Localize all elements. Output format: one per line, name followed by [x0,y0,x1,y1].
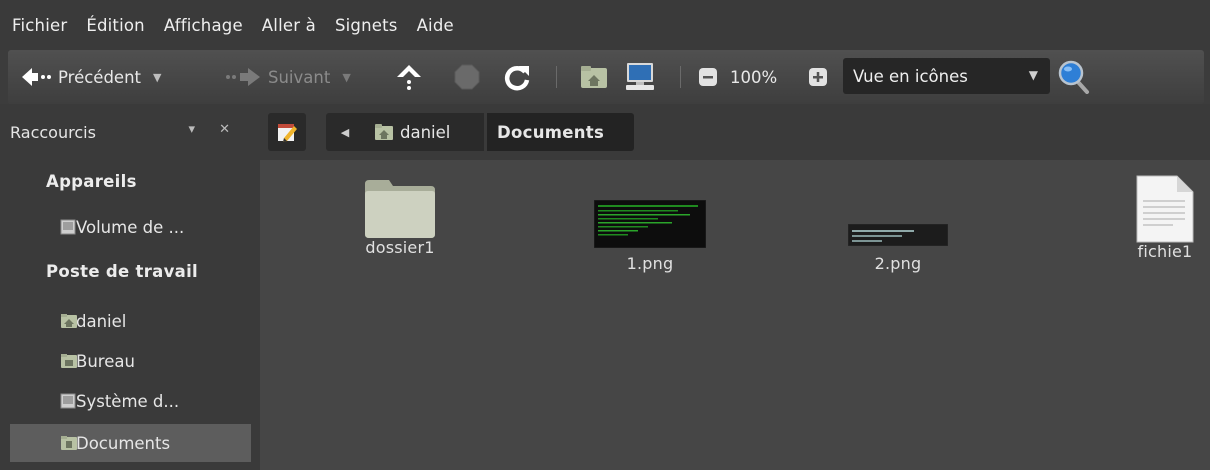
sidebar-section-devices: Appareils [46,172,137,191]
sidebar-item-label: daniel [76,311,127,331]
view-mode-select[interactable]: Vue en icônes ▼ [843,58,1050,94]
zoom-level-text: 100% [730,67,778,87]
forward-button[interactable]: Suivant ▼ [224,50,351,104]
chevron-down-icon: ▼ [1028,68,1038,82]
zoom-level: 100% [730,50,777,104]
stop-icon [454,64,480,90]
sidebar-item-volume[interactable]: Volume de ... [10,208,251,246]
back-arrow-icon [22,68,51,86]
menu-fichier[interactable]: Fichier [12,16,67,35]
menubar: Fichier Édition Affichage Aller à Signet… [0,0,1210,50]
computer-button[interactable] [624,50,656,104]
view-mode-label: Vue en icônes [853,66,968,86]
sidebar-section-workstation: Poste de travail [46,262,198,281]
zoom-out-button[interactable] [698,50,718,104]
menu-signets[interactable]: Signets [335,16,398,35]
menu-aller-a[interactable]: Aller à [262,16,316,35]
text-file-icon [1136,175,1194,243]
sidebar-item-filesystem[interactable]: Système d... [10,382,251,420]
forward-arrow-icon [226,68,260,86]
drive-icon [60,393,76,409]
image-thumbnail-icon [594,200,706,248]
desktop-folder-icon [61,354,77,368]
forward-dropdown-icon[interactable]: ▼ [342,71,350,84]
file-item-image[interactable]: 2.png [848,224,948,273]
sidebar-item-daniel[interactable]: daniel [10,302,251,340]
search-icon [1058,60,1089,94]
file-item-image[interactable]: 1.png [590,200,710,273]
file-name: 2.png [874,254,922,273]
pathbar-scroll-left[interactable]: ◀ [326,113,364,151]
zoom-out-icon [699,68,717,86]
stop-button[interactable] [453,50,481,104]
computer-icon [626,63,654,90]
home-folder-icon [375,124,393,140]
file-view: dossier1 1.png 2.png fichie1 [260,160,1210,470]
crumb-daniel[interactable]: daniel [364,113,484,151]
back-label: Précédent [58,67,142,87]
menu-aide[interactable]: Aide [417,16,454,35]
file-name: fichie1 [1137,242,1193,261]
crumb-daniel-label: daniel [400,122,451,142]
drive-icon [60,219,76,235]
toolbar-separator [556,66,557,88]
sidebar-item-label: Volume de ... [76,217,185,237]
back-button[interactable]: Précédent ▼ [20,50,161,104]
toolbar-separator [680,66,681,88]
search-button[interactable] [1058,50,1090,104]
zoom-in-button[interactable] [808,50,828,104]
back-dropdown-icon[interactable]: ▼ [153,71,161,84]
sidebar-header: Raccourcis ▾ ✕ [10,114,250,150]
folder-icon [365,180,435,238]
sidebar-item-label: Documents [76,433,171,453]
home-button[interactable] [580,50,608,104]
crumb-documents-label: Documents [497,122,605,142]
sidebar-item-label: Bureau [76,351,135,371]
reload-button[interactable] [503,50,531,104]
sidebar-item-label: Système d... [76,391,180,411]
crumb-documents[interactable]: Documents [487,113,634,151]
file-name: dossier1 [365,238,435,257]
sidebar: Appareils Volume de ... Poste de travail… [0,160,260,470]
menu-affichage[interactable]: Affichage [164,16,243,35]
file-item-text[interactable]: fichie1 [1120,174,1210,261]
pencil-edit-icon [278,124,297,142]
toolbar: Précédent ▼ Suivant ▼ 100% Vue en icônes… [8,50,1204,104]
home-folder-icon [581,66,607,88]
documents-folder-icon [61,436,77,450]
sidebar-title[interactable]: Raccourcis [10,123,96,142]
sidebar-item-bureau[interactable]: Bureau [10,342,251,380]
home-folder-icon [61,314,77,328]
sidebar-item-documents[interactable]: Documents [10,424,251,462]
sidebar-header-controls[interactable]: ▾ ✕ [188,122,240,137]
forward-label: Suivant [268,67,331,87]
menu-edition[interactable]: Édition [86,16,145,35]
edit-location-button[interactable] [268,113,306,151]
reload-icon [504,66,530,91]
location-row: Raccourcis ▾ ✕ ◀ daniel Documents [0,104,1210,160]
image-thumbnail-icon [848,224,948,246]
file-item-folder[interactable]: dossier1 [350,176,450,257]
zoom-in-icon [809,68,827,86]
up-arrow-icon [397,65,421,90]
up-button[interactable] [396,50,422,104]
file-name: 1.png [626,254,674,273]
